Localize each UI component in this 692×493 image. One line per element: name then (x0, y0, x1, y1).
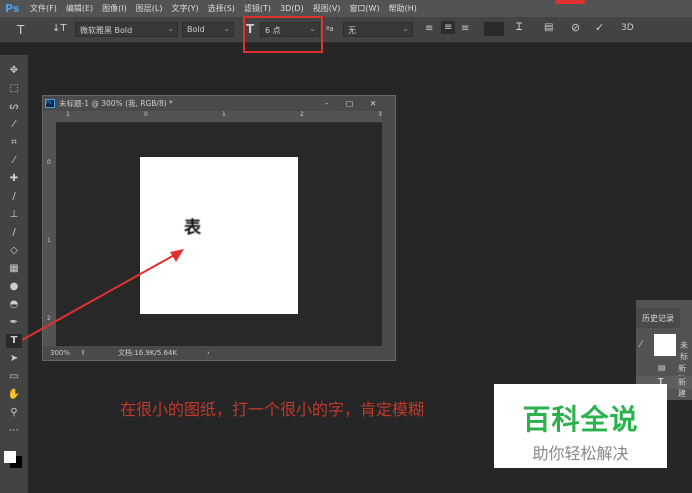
arrow-line (21, 252, 179, 341)
watermark-title: 百科全说 (522, 403, 639, 436)
arrow-head (170, 249, 184, 262)
watermark: 百科全说 助你轻松解决 (494, 384, 667, 468)
annotation-text: 在很小的图纸，打一个很小的字，肯定模糊 (120, 400, 425, 419)
watermark-subtitle: 助你轻松解决 (532, 444, 629, 463)
